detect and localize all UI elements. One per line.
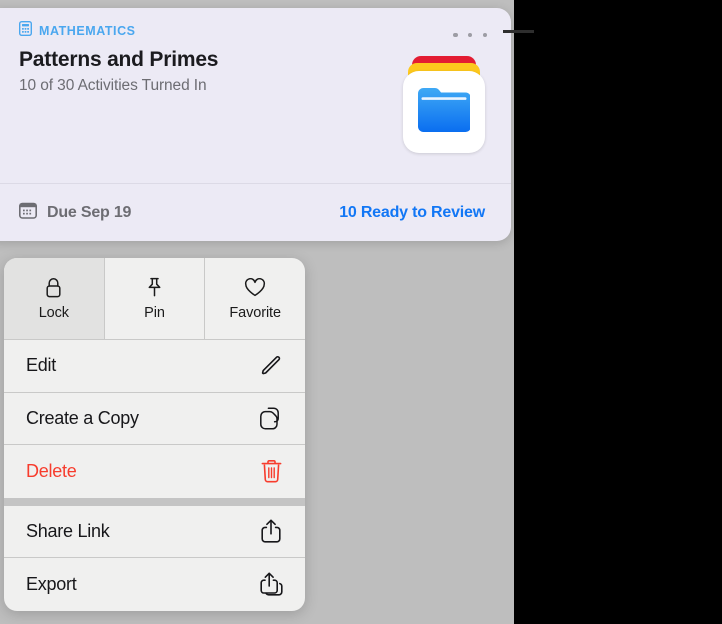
pencil-icon	[259, 354, 283, 378]
context-menu[interactable]: Lock Pin Favorite	[4, 258, 305, 611]
duplicate-icon	[259, 406, 283, 430]
subject-label: MATHEMATICS	[39, 24, 136, 38]
menu-item-share-link[interactable]: Share Link	[4, 506, 305, 559]
export-icon	[259, 572, 283, 596]
subject-row: MATHEMATICS	[19, 22, 489, 40]
menu-item-create-a-copy[interactable]: Create a Copy	[4, 393, 305, 446]
menu-item-share-link-label: Share Link	[26, 521, 110, 542]
quick-action-favorite[interactable]: Favorite	[205, 258, 305, 339]
menu-group-share: Share Link Export	[4, 506, 305, 611]
menu-item-edit-label: Edit	[26, 355, 56, 376]
assignment-card-footer: Due Sep 19 10 Ready to Review	[0, 183, 511, 241]
quick-action-pin[interactable]: Pin	[105, 258, 206, 339]
callout-leader-line	[503, 30, 534, 33]
share-icon	[259, 519, 283, 543]
quick-action-lock-label: Lock	[39, 305, 69, 321]
quick-actions-row: Lock Pin Favorite	[4, 258, 305, 340]
assignment-card-body: MATHEMATICS Patterns and Primes 10 of 30…	[0, 8, 511, 183]
folder-icon	[418, 88, 470, 137]
calculator-icon	[19, 21, 32, 41]
ready-to-review-link[interactable]: 10 Ready to Review	[339, 204, 485, 222]
calendar-icon	[19, 202, 37, 224]
menu-group-primary: Edit Create a Copy Delete	[4, 340, 305, 506]
trash-icon	[259, 459, 283, 483]
due-date-group: Due Sep 19	[19, 202, 131, 224]
lock-icon	[45, 277, 62, 299]
due-date-label: Due Sep 19	[47, 204, 131, 222]
ellipsis-icon[interactable]	[453, 26, 487, 44]
menu-item-edit[interactable]: Edit	[4, 340, 305, 393]
menu-item-create-a-copy-label: Create a Copy	[26, 408, 139, 429]
screenshot-root: MATHEMATICS Patterns and Primes 10 of 30…	[0, 0, 722, 624]
heart-icon	[244, 277, 266, 299]
quick-action-lock[interactable]: Lock	[4, 258, 105, 339]
menu-item-export[interactable]: Export	[4, 558, 305, 611]
menu-item-delete[interactable]: Delete	[4, 445, 305, 498]
menu-item-export-label: Export	[26, 574, 77, 595]
menu-item-delete-label: Delete	[26, 461, 77, 482]
quick-action-favorite-label: Favorite	[229, 305, 281, 321]
folder-stack-icon	[403, 56, 485, 161]
assignment-card[interactable]: MATHEMATICS Patterns and Primes 10 of 30…	[0, 8, 511, 241]
pin-icon	[146, 277, 163, 299]
quick-action-pin-label: Pin	[144, 305, 165, 321]
